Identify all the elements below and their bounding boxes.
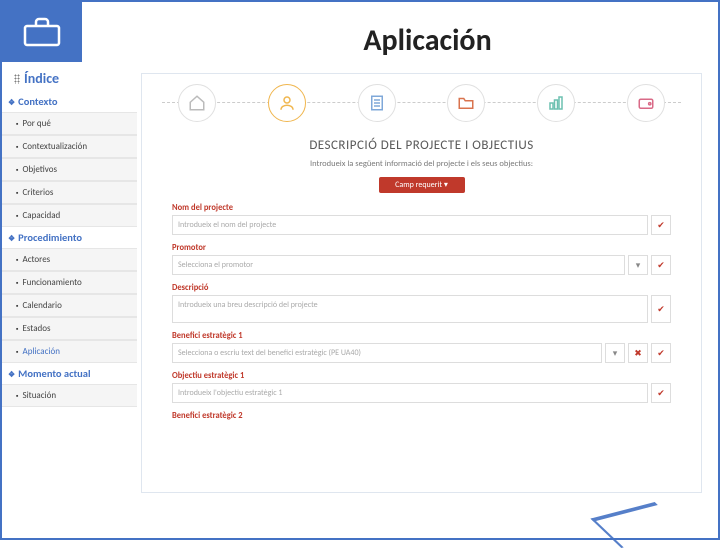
form-heading: DESCRIPCIÓ DEL PROJECTE I OBJECTIUS [172, 138, 671, 153]
section-procedimiento[interactable]: Procedimiento [2, 227, 137, 248]
label-benefici2: Benefici estratègic 2 [172, 411, 671, 421]
field-objectiu1: Objectiu estratègic 1 Introdueix l'objec… [172, 371, 671, 403]
decorative-accent [590, 502, 685, 548]
home-icon [188, 94, 206, 112]
select-promotor[interactable]: Selecciona el promotor [172, 255, 625, 275]
field-benefici1: Benefici estratègic 1 Selecciona o escri… [172, 331, 671, 363]
step-chart[interactable] [537, 84, 575, 122]
section-momento[interactable]: Momento actual [2, 363, 137, 384]
check-button[interactable]: ✔ [651, 295, 671, 323]
required-pill: Camp requerit ▾ [379, 177, 465, 193]
sidebar-item-estados[interactable]: Estados [2, 317, 137, 340]
input-objectiu1[interactable]: Introdueix l'objectiu estratègic 1 [172, 383, 648, 403]
app-screenshot: DESCRIPCIÓ DEL PROJECTE I OBJECTIUS Intr… [141, 73, 702, 493]
check-button[interactable]: ✔ [651, 255, 671, 275]
sidebar: Índice Contexto Por qué Contextualizació… [2, 2, 137, 538]
sidebar-item-contextualizacion[interactable]: Contextualización [2, 135, 137, 158]
textarea-descripcio[interactable]: Introdueix una breu descripció del proje… [172, 295, 648, 323]
field-benefici2: Benefici estratègic 2 [172, 411, 671, 421]
sidebar-item-objetivos[interactable]: Objetivos [2, 158, 137, 181]
form-subheading: Introdueix la següent informació del pro… [172, 159, 671, 169]
check-button[interactable]: ✔ [651, 383, 671, 403]
step-wallet[interactable] [627, 84, 665, 122]
logo-box [2, 2, 82, 62]
field-descripcio: Descripció Introdueix una breu descripci… [172, 283, 671, 323]
chart-icon [547, 94, 565, 112]
main: Aplicación DESCRIPCIÓ DEL PROJECTE I OBJ… [137, 2, 718, 538]
check-button[interactable]: ✔ [651, 343, 671, 363]
sidebar-item-porque[interactable]: Por qué [2, 112, 137, 135]
label-benefici1: Benefici estratègic 1 [172, 331, 671, 341]
label-descripcio: Descripció [172, 283, 671, 293]
field-nom: Nom del projecte Introdueix el nom del p… [172, 203, 671, 235]
label-promotor: Promotor [172, 243, 671, 253]
sidebar-item-situacion[interactable]: Situación [2, 384, 137, 407]
document-icon [368, 94, 386, 112]
sidebar-item-criterios[interactable]: Criterios [2, 181, 137, 204]
field-promotor: Promotor Selecciona el promotor ▾ ✔ [172, 243, 671, 275]
label-nom: Nom del projecte [172, 203, 671, 213]
sidebar-item-actores[interactable]: Actores [2, 248, 137, 271]
wizard-steps [142, 74, 701, 128]
input-nom[interactable]: Introdueix el nom del projecte [172, 215, 648, 235]
clear-button[interactable]: ✖ [628, 343, 648, 363]
sidebar-title: Índice [2, 62, 137, 91]
page-title: Aplicación [137, 2, 718, 67]
step-home[interactable] [178, 84, 216, 122]
dropdown-button[interactable]: ▾ [605, 343, 625, 363]
check-button[interactable]: ✔ [651, 215, 671, 235]
step-document[interactable] [358, 84, 396, 122]
wallet-icon [637, 94, 655, 112]
sidebar-item-aplicacion[interactable]: Aplicación [2, 340, 137, 363]
sidebar-item-funcionamiento[interactable]: Funcionamiento [2, 271, 137, 294]
select-benefici1[interactable]: Selecciona o escriu text del benefici es… [172, 343, 602, 363]
app-body: DESCRIPCIÓ DEL PROJECTE I OBJECTIUS Intr… [142, 128, 701, 439]
user-icon [278, 94, 296, 112]
step-folder[interactable] [447, 84, 485, 122]
briefcase-icon [22, 16, 62, 48]
folder-icon [457, 94, 475, 112]
section-contexto[interactable]: Contexto [2, 91, 137, 112]
sidebar-item-capacidad[interactable]: Capacidad [2, 204, 137, 227]
label-objectiu1: Objectiu estratègic 1 [172, 371, 671, 381]
dropdown-button[interactable]: ▾ [628, 255, 648, 275]
step-user[interactable] [268, 84, 306, 122]
sidebar-item-calendario[interactable]: Calendario [2, 294, 137, 317]
